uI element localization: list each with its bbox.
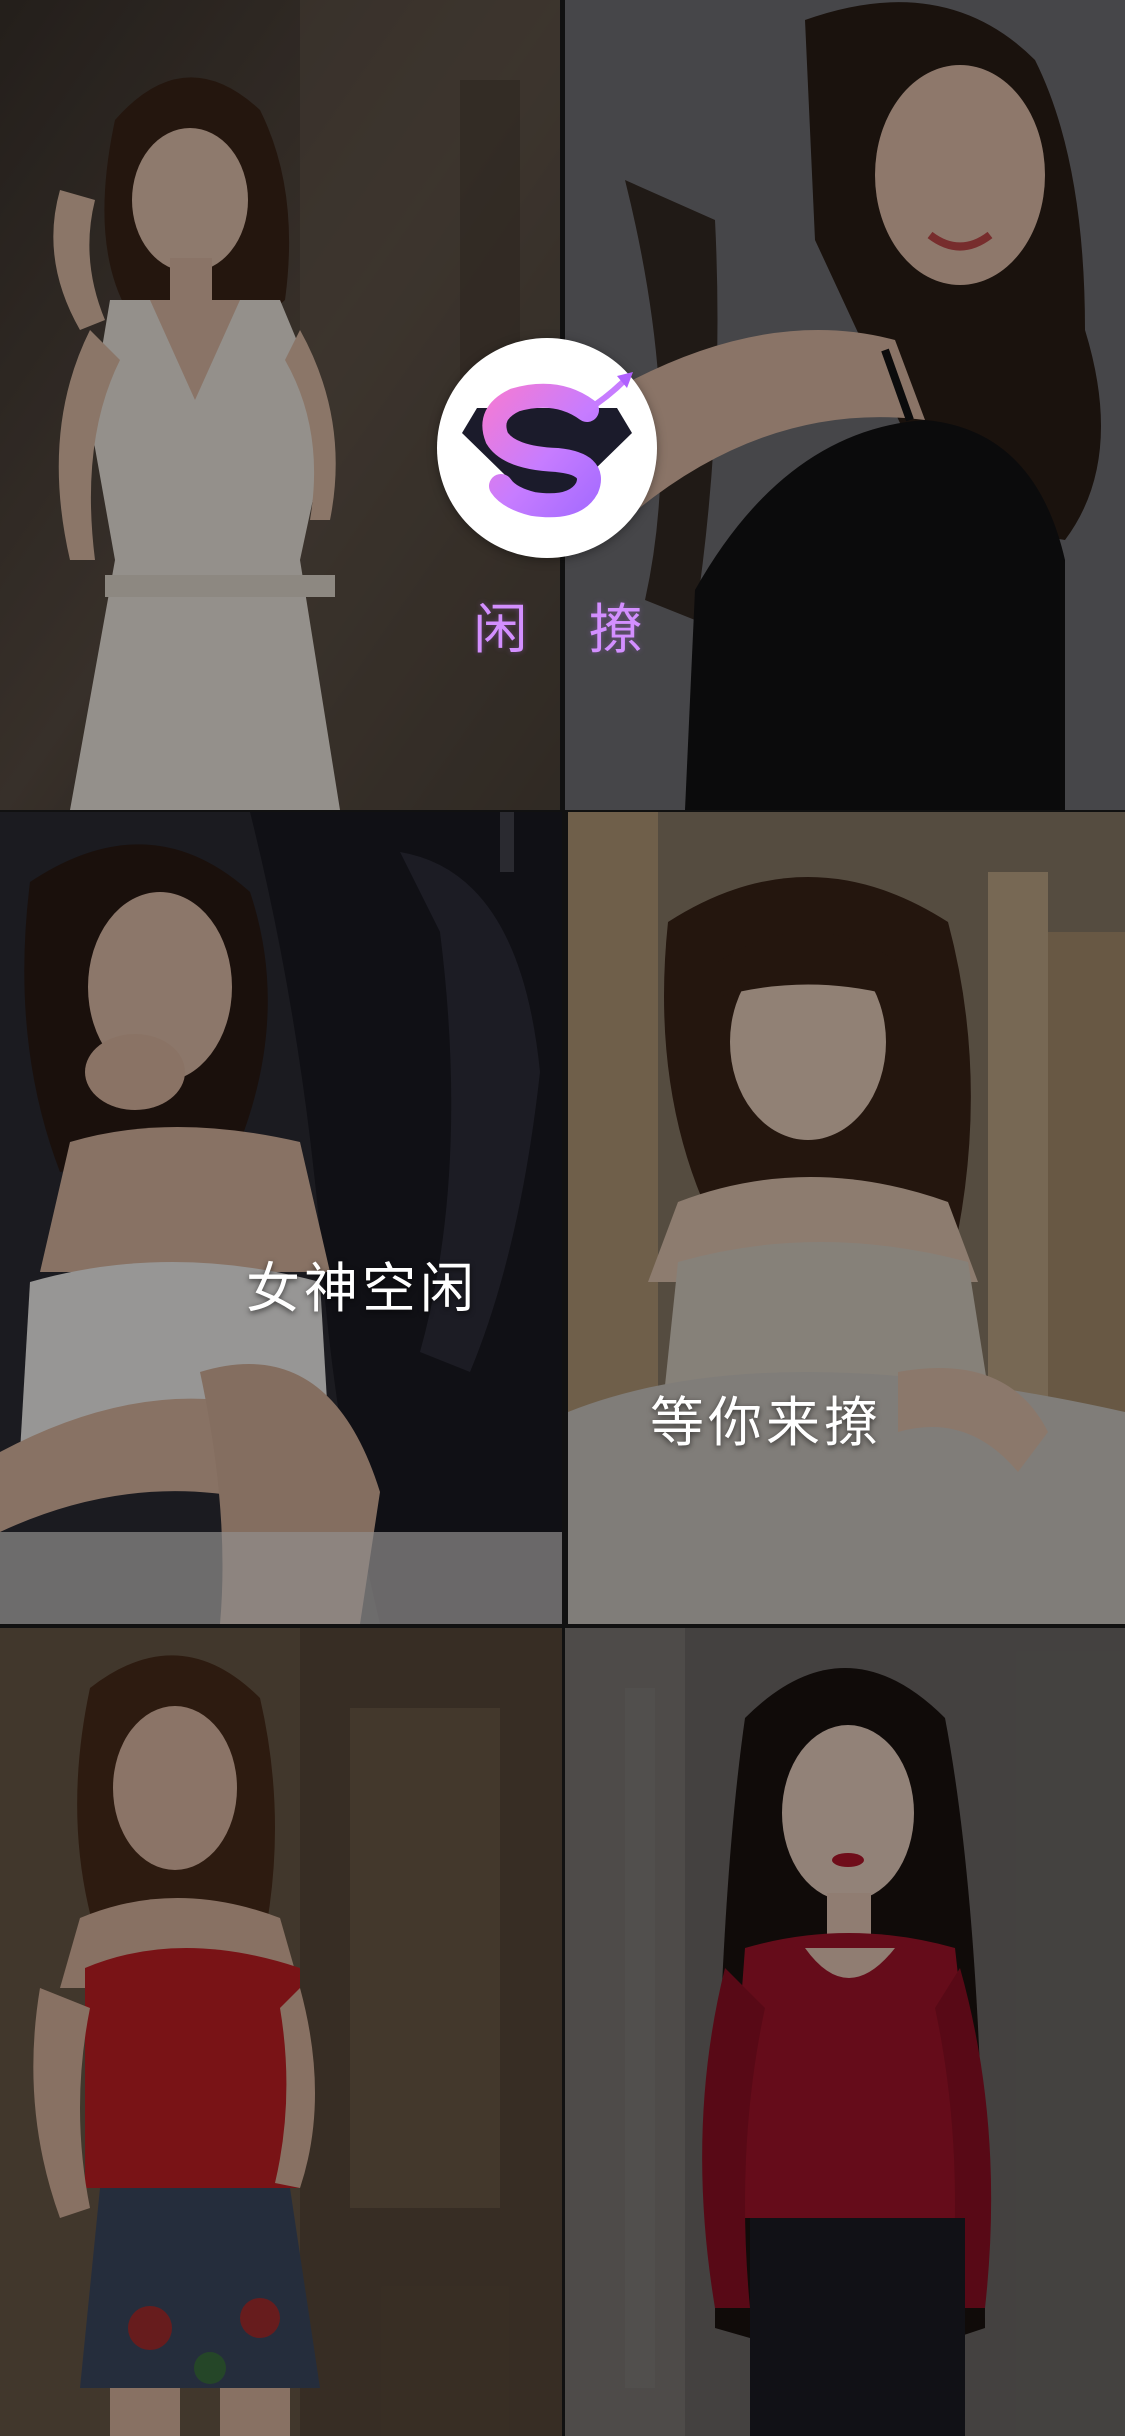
photo-tile-6 [565,1628,1125,2436]
slogan-line-1: 女神空闲 [246,1257,478,1320]
app-name: 闲 撩 [473,598,665,661]
photo-dim-overlay [565,1628,1125,2436]
photo-dim-overlay [568,812,1125,1624]
photo-dim-overlay [0,812,562,1624]
superman-s-logo-icon [462,372,633,518]
slogan-line-2: 等你来撩 [650,1391,882,1454]
photo-tile-3 [0,812,562,1624]
app-logo [437,338,657,558]
photo-tile-4 [568,812,1125,1624]
photo-tile-5 [0,1628,562,2436]
photo-dim-overlay [0,1628,562,2436]
